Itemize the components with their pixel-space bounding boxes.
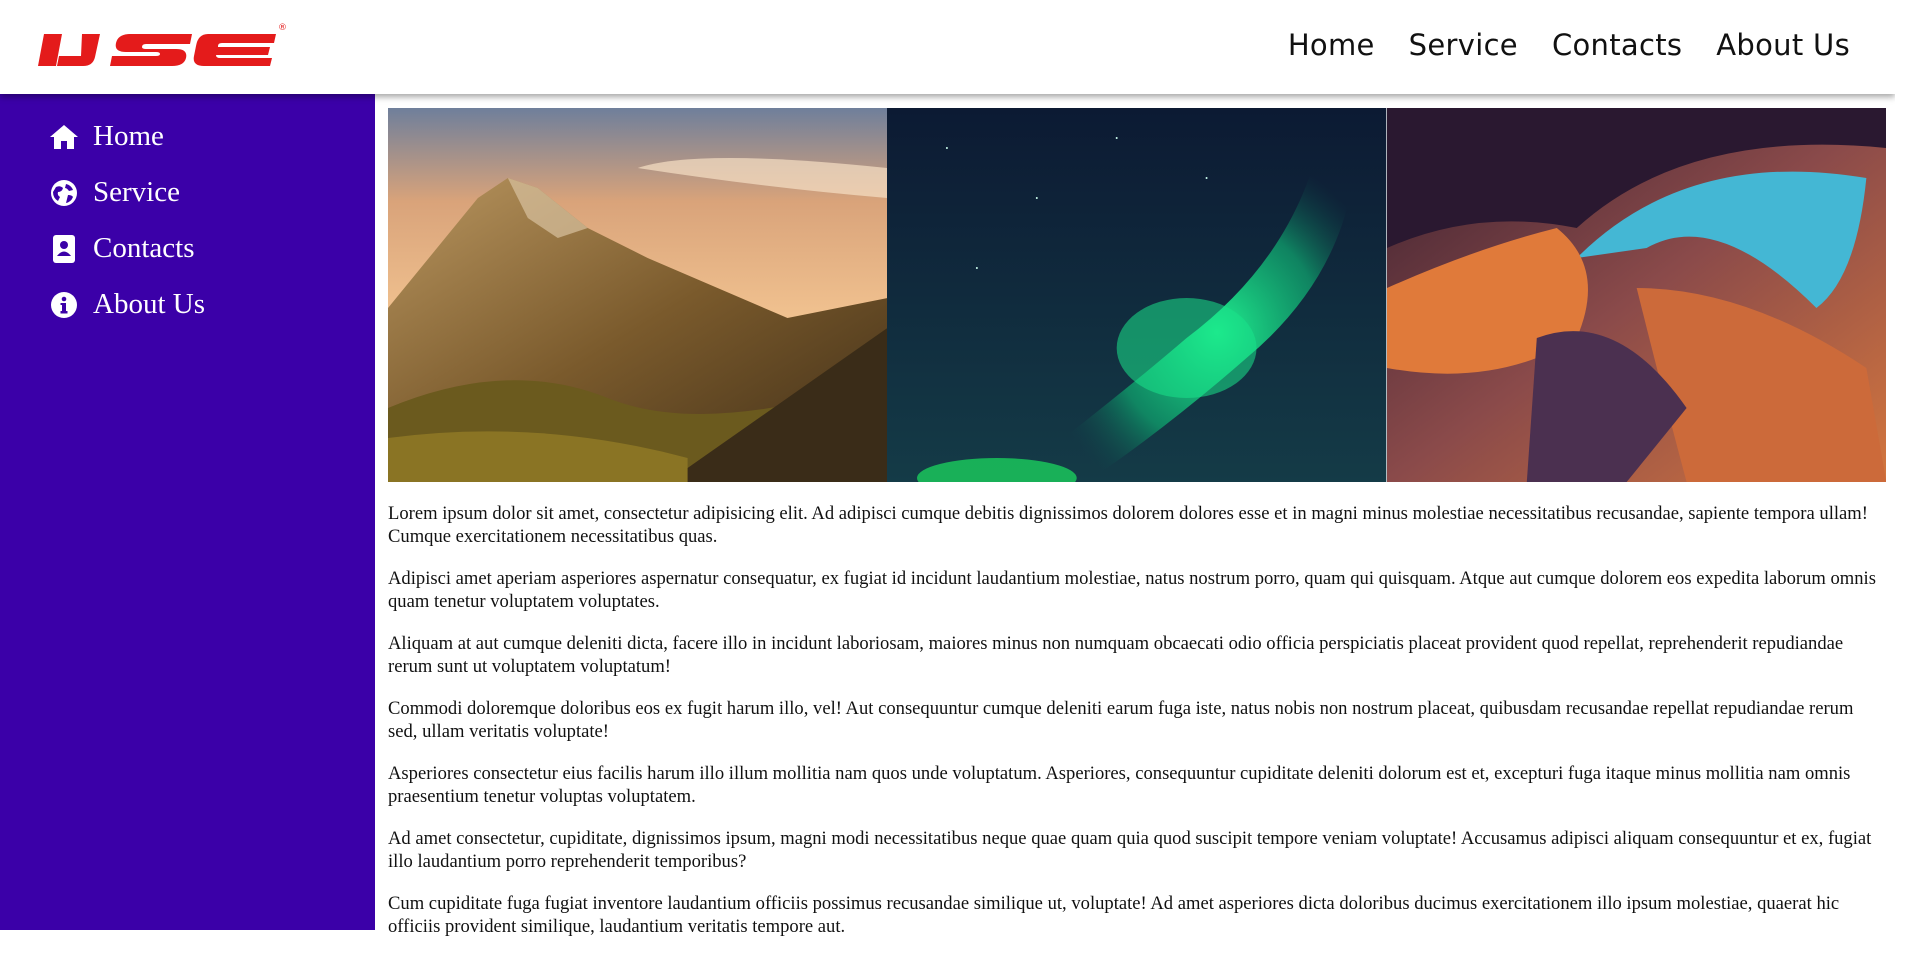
address-book-icon: [49, 234, 79, 264]
photo-mountain-sunset: [388, 108, 888, 482]
registered-mark: ®: [278, 23, 287, 33]
top-nav-contacts[interactable]: Contacts: [1552, 28, 1682, 62]
sidebar-item-about-us[interactable]: About Us: [49, 288, 205, 321]
sidebar-item-home[interactable]: Home: [49, 120, 164, 153]
page-scrollbar[interactable]: [1895, 0, 1906, 930]
top-nav-home[interactable]: Home: [1288, 28, 1375, 62]
sidebar-item-contacts[interactable]: Contacts: [49, 232, 195, 265]
sidebar: Home Service Contacts About Us: [0, 94, 375, 930]
top-nav-service[interactable]: Service: [1409, 28, 1518, 62]
paragraph: Aliquam at aut cumque deleniti dicta, fa…: [388, 633, 1844, 677]
top-nav: Home Service Contacts About Us: [1288, 28, 1850, 62]
sidebar-item-service[interactable]: Service: [49, 176, 180, 209]
paragraph: Commodi doloremque doloribus eos ex fugi…: [388, 698, 1854, 742]
sidebar-item-label: Contacts: [93, 232, 195, 264]
main-content: Lorem ipsum dolor sit amet, consectetur …: [388, 502, 1886, 957]
photo-aurora-borealis: [887, 108, 1387, 482]
image-gallery: [388, 108, 1886, 482]
photo-sandstone-canyon: [1386, 108, 1886, 482]
paragraph: Adipisci amet aperiam asperiores asperna…: [388, 568, 1876, 612]
top-nav-about-us[interactable]: About Us: [1716, 28, 1850, 62]
ijse-logo[interactable]: ®: [38, 20, 288, 72]
paragraph: Ad amet consectetur, cupiditate, digniss…: [388, 828, 1872, 872]
paragraph: Asperiores consectetur eius facilis haru…: [388, 763, 1851, 807]
top-header: ® Home Service Contacts About Us: [0, 0, 1895, 94]
sidebar-item-label: Service: [93, 176, 180, 208]
paragraph: Cum cupiditate fuga fugiat inventore lau…: [388, 893, 1840, 937]
sidebar-item-label: Home: [93, 120, 164, 152]
info-circle-icon: [49, 290, 79, 320]
globe-icon: [49, 178, 79, 208]
paragraph: Lorem ipsum dolor sit amet, consectetur …: [388, 503, 1868, 547]
home-icon: [49, 122, 79, 152]
sidebar-item-label: About Us: [93, 288, 205, 320]
